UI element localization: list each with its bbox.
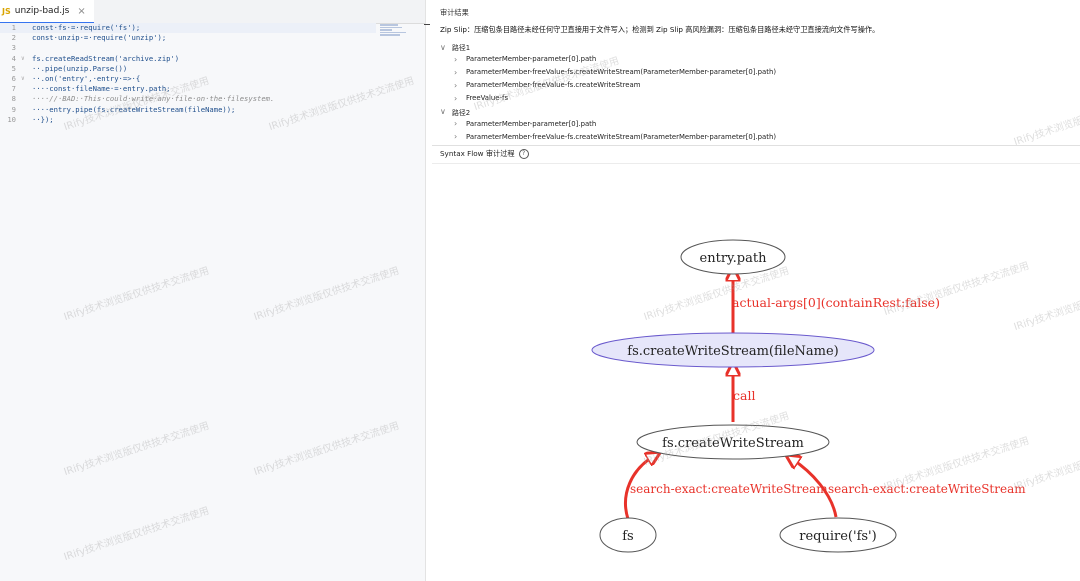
node-write-stream[interactable]: fs.createWriteStream (636, 424, 830, 460)
code-line[interactable]: 7 ····const·fileName·=·entry.path; (0, 84, 425, 94)
line-number: 7 (11, 84, 16, 94)
section-divider (432, 145, 1080, 146)
tree-item-label: ParameterMember-freeValue-fs.createWrite… (466, 132, 777, 141)
edge-label-call: call (733, 388, 755, 403)
line-number: 8 (11, 94, 16, 104)
line-number: 9 (11, 104, 16, 114)
code-line[interactable]: 8 ····//·BAD:·This·could·write·any·file·o… (0, 94, 425, 104)
fold-icon[interactable]: ∨ (21, 74, 25, 84)
syntax-flow-title: Syntax Flow 审计过程 (440, 149, 515, 158)
code-line[interactable]: 3 (0, 43, 425, 53)
audit-results-section: 审计结果 Zip Slip：压缩包条目路径未经任何守卫直接用于文件写入；检测到 … (432, 0, 1080, 145)
help-icon[interactable]: ? (518, 149, 529, 159)
tree-item[interactable]: › ParameterMember-freeValue-fs.createWrit… (454, 132, 776, 141)
node-write-stream-label: fs.createWriteStream (662, 436, 804, 451)
code-text: ····//·BAD:·This·could·write·any·file·on… (32, 94, 275, 104)
code-text: fs.createReadStream('archive.zip') (32, 53, 180, 63)
code-line[interactable]: 1 const·fs·=·require('fs'); (0, 23, 425, 33)
node-write-stream-call[interactable]: fs.createWriteStream(fileName) (591, 332, 875, 368)
tree-item-label: ParameterMember-freeValue-fs.createWrite… (466, 81, 641, 90)
tree-item[interactable]: › ParameterMember-freeValue-fs.createWrit… (454, 68, 776, 77)
line-number: 1 (11, 23, 16, 32)
code-text: const·fs·=·require('fs'); (32, 23, 141, 32)
editor-tab-bar: JS unzip-bad.js × (0, 0, 425, 24)
tree-item-label: FreeValue-fs (466, 94, 509, 103)
node-require-fs-label: require('fs') (799, 529, 876, 544)
code-area[interactable]: 1 const·fs·=·require('fs'); 2 const·unzip·=… (0, 23, 425, 581)
tree-item[interactable]: › FreeValue-fs (454, 94, 508, 103)
edge-label-search-right: search-exact:createWriteStream (828, 482, 1026, 496)
tree-item-label: ParameterMember-parameter[0].path (466, 55, 597, 64)
code-text: const·unzip·=·require('unzip'); (32, 33, 167, 43)
node-entry-path-label: entry.path (700, 251, 768, 266)
file-tab-label: unzip-bad.js (14, 6, 70, 16)
node-fs-label: fs (622, 529, 633, 544)
chevron-right-icon[interactable]: › (454, 68, 466, 77)
chevron-right-icon[interactable]: › (454, 55, 466, 64)
code-line[interactable]: 9 ····entry.pipe(fs.createWriteStream(fil… (0, 105, 425, 115)
chevron-down-icon[interactable]: ∨ (440, 107, 452, 116)
tree-item-label: ParameterMember-freeValue-fs.createWrite… (466, 68, 777, 77)
code-text: ····const·fileName·=·entry.path; (32, 84, 171, 94)
chevron-right-icon[interactable]: › (454, 94, 466, 103)
chevron-down-icon[interactable]: ∨ (440, 43, 452, 52)
code-line[interactable]: 2 const·unzip·=·require('unzip'); (0, 33, 425, 43)
code-text: ··}); (32, 114, 54, 124)
code-line[interactable]: 10 ··}); (0, 115, 425, 125)
node-entry-path[interactable]: entry.path (680, 239, 786, 275)
tree-item[interactable]: › ParameterMember-parameter[0].path (454, 119, 596, 128)
code-text: ··.pipe(unzip.Parse()) (32, 63, 128, 73)
code-text: ··.on('entry',·entry·=>·{ (32, 73, 141, 83)
code-line[interactable]: 4 ∨ fs.createReadStream('archive.zip') (0, 54, 425, 64)
javascript-file-icon: JS (2, 6, 11, 16)
line-number: 2 (11, 33, 16, 43)
line-number: 4 (11, 53, 16, 63)
line-number: 10 (7, 114, 16, 124)
fold-icon[interactable]: ∨ (21, 54, 25, 64)
edge-label-search-left: search-exact:createWriteStream (630, 482, 828, 496)
edge-label-actual-args: actual-args[0](containRest:false) (732, 295, 940, 310)
tree-item[interactable]: › ParameterMember-parameter[0].path (454, 55, 596, 64)
tree-item[interactable]: › ParameterMember-freeValue-fs.createWrit… (454, 81, 640, 90)
chevron-right-icon[interactable]: › (454, 132, 466, 141)
tree-path-group[interactable]: ∨ 路径1 (440, 42, 471, 53)
chevron-right-icon[interactable]: › (454, 81, 466, 90)
code-text: ····entry.pipe(fs.createWriteStream(file… (32, 104, 236, 114)
syntax-flow-graph: entry.path fs.createWriteStream(fileName… (591, 239, 1026, 553)
line-number: 5 (11, 63, 16, 73)
file-tab-unzip-bad[interactable]: JS unzip-bad.js × (0, 0, 94, 24)
line-number: 6 (11, 73, 16, 83)
chevron-right-icon[interactable]: › (454, 119, 466, 128)
code-editor-pane: JS unzip-bad.js × 1 const·fs·=·require('f… (0, 0, 426, 581)
code-line[interactable]: 5 ··.pipe(unzip.Parse()) (0, 64, 425, 74)
code-line[interactable]: 6 ∨ ··.on('entry',·entry·=>·{ (0, 74, 425, 84)
pane-splitter[interactable] (424, 24, 430, 25)
tree-path-label: 路径1 (452, 44, 471, 52)
tree-path-group[interactable]: ∨ 路径2 (440, 107, 470, 117)
audit-results-title: 审计结果 (440, 8, 469, 17)
audit-description: Zip Slip：压缩包条目路径未经任何守卫直接用于文件写入；检测到 Zip S… (440, 25, 880, 34)
node-write-stream-call-label: fs.createWriteStream(fileName) (627, 344, 838, 359)
code-minimap[interactable] (380, 24, 410, 36)
line-number: 3 (11, 43, 16, 53)
node-require-fs[interactable]: require('fs') (779, 517, 897, 553)
node-fs[interactable]: fs (599, 517, 657, 553)
tree-path-label: 路径2 (452, 108, 471, 117)
syntax-flow-header: Syntax Flow 审计过程 ? (440, 149, 529, 159)
tree-item-label: ParameterMember-parameter[0].path (466, 119, 597, 128)
close-icon[interactable]: × (77, 6, 85, 17)
audit-panel: 审计结果 Zip Slip：压缩包条目路径未经任何守卫直接用于文件写入；检测到 … (432, 0, 1080, 581)
